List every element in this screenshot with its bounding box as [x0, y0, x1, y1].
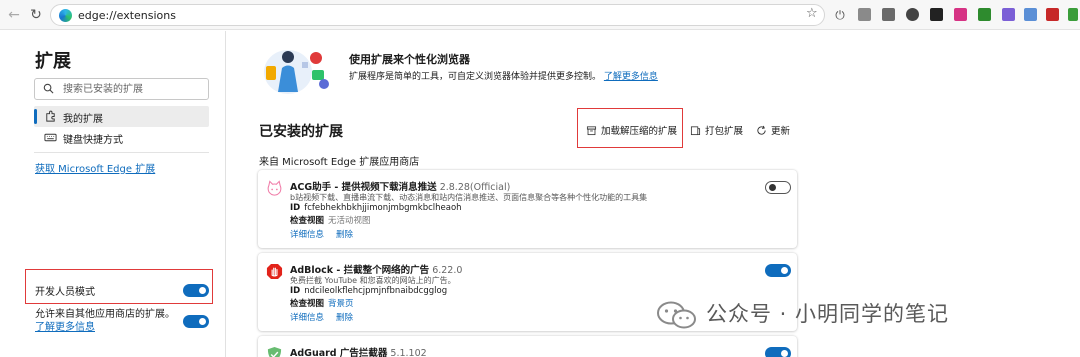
sidebar-item-label: 键盘快捷方式 — [63, 135, 123, 146]
search-input[interactable] — [63, 82, 203, 96]
allow-other-stores-toggle[interactable] — [183, 315, 209, 328]
inspect-views: 检查视图 无活动视图 — [290, 214, 371, 226]
extension-links: 详细信息 删除 — [290, 228, 365, 240]
address-bar[interactable]: edge://extensions — [50, 4, 825, 26]
green-extension-icon[interactable] — [978, 8, 991, 21]
search-box[interactable] — [34, 78, 209, 100]
extension-links: 详细信息 删除 — [290, 311, 365, 323]
inspect-label: 检查视图 — [290, 216, 325, 226]
load-unpacked-button[interactable]: 加载解压缩的扩展 — [586, 123, 677, 137]
promo-title: 使用扩展来个性化浏览器 — [349, 53, 470, 66]
extension-name: ACG助手 - 提供视频下载消息推送 2.8.28(Official) — [290, 179, 510, 193]
pack-extension-label: 打包扩展 — [705, 126, 744, 137]
pack-icon — [690, 126, 701, 136]
acg-cat-icon — [267, 180, 282, 196]
get-extensions-link[interactable]: 获取 Microsoft Edge 扩展 — [35, 160, 155, 175]
extension-id: ID fcfebhekhbkhjjimonjmbgmkbclheaoh — [290, 203, 462, 213]
search-icon — [43, 83, 54, 94]
id-label: ID — [290, 286, 301, 296]
extension-puzzle-icon — [46, 110, 55, 122]
mail-extension-icon[interactable] — [858, 8, 871, 21]
dark-extension-icon[interactable] — [930, 8, 943, 21]
acg-enable-toggle[interactable] — [765, 181, 791, 194]
promo-desc-text: 扩展程序是简单的工具，可自定义浏览器体验并提供更多控制。 — [349, 72, 602, 82]
extension-card-adguard: AdGuard 广告拦截器 5.1.102 — [258, 336, 797, 357]
load-unpacked-label: 加载解压缩的扩展 — [601, 126, 678, 137]
dev-mode-toggle[interactable] — [183, 284, 209, 297]
remove-link[interactable]: 删除 — [336, 313, 353, 323]
purple-extension-icon[interactable] — [1002, 8, 1015, 21]
extension-card-acg: ACG助手 - 提供视频下载消息推送 2.8.28(Official) b站视频下… — [258, 170, 797, 248]
update-button[interactable]: 更新 — [756, 123, 790, 137]
allow-other-stores-text: 允许来自其他应用商店的扩展。 了解更多信息 — [35, 308, 180, 334]
browser-toolbar: ← ↻ edge://extensions ☆ ⏻ — [0, 0, 1080, 30]
adguard-shield-icon — [267, 346, 282, 357]
edge-logo-icon — [59, 9, 72, 22]
shield-extension-icon[interactable] — [906, 8, 919, 21]
id-label: ID — [290, 203, 301, 213]
wechat-watermark-icon — [657, 301, 696, 329]
details-link[interactable]: 详细信息 — [290, 230, 324, 240]
red-extension-icon[interactable] — [1046, 8, 1059, 21]
adblock-enable-toggle[interactable] — [765, 264, 791, 277]
back-icon[interactable]: ← — [6, 7, 22, 23]
sidebar-title: 扩展 — [35, 51, 71, 72]
sidebar-item-label: 我的扩展 — [63, 114, 103, 125]
details-link[interactable]: 详细信息 — [290, 313, 324, 323]
sidebar-item-keyboard-shortcuts[interactable]: 键盘快捷方式 — [34, 127, 209, 148]
inspect-views: 检查视图 背景页 — [290, 297, 354, 309]
extension-description: 免费拦截 YouTube 和您喜欢的网站上的广告。 — [290, 276, 456, 285]
refresh-icon — [757, 125, 766, 135]
remove-link[interactable]: 删除 — [336, 230, 353, 240]
pack-extension-button[interactable]: 打包扩展 — [690, 123, 743, 137]
power-icon[interactable]: ⏻ — [832, 7, 848, 23]
update-label: 更新 — [771, 126, 791, 137]
adblock-hand-icon — [266, 263, 283, 280]
extension-title: AdGuard 广告拦截器 — [290, 348, 388, 357]
extension-name: AdBlock - 拦截整个网络的广告 6.22.0 — [290, 262, 462, 276]
inspect-value: 无活动视图 — [328, 216, 371, 226]
favorite-star-icon[interactable]: ☆ — [806, 7, 818, 21]
archive-icon — [586, 126, 597, 136]
promo-learn-more-link[interactable]: 了解更多信息 — [604, 72, 658, 82]
adguard-enable-toggle[interactable] — [765, 347, 791, 357]
allow-other-stores-label: 允许来自其他应用商店的扩展。 — [35, 309, 175, 320]
blue-extension-icon[interactable] — [1024, 8, 1037, 21]
sidebar-item-my-extensions[interactable]: 我的扩展 — [34, 106, 209, 127]
watermark-text: 公众号 · 小明同学的笔记 — [706, 302, 950, 326]
inspect-label: 检查视图 — [290, 299, 325, 309]
id-value: fcfebhekhbkhjjimonjmbgmkbclheaoh — [304, 203, 462, 213]
background-page-link[interactable]: 背景页 — [328, 299, 354, 309]
gmail-extension-icon[interactable] — [882, 8, 895, 21]
id-value: ndcileolkflehcjpmjnfbnaibdcgglog — [304, 286, 448, 296]
extension-name: AdGuard 广告拦截器 5.1.102 — [290, 345, 427, 357]
pink-extension-icon[interactable] — [954, 8, 967, 21]
promo-description: 扩展程序是简单的工具，可自定义浏览器体验并提供更多控制。 了解更多信息 — [349, 69, 658, 82]
keyboard-icon — [44, 133, 57, 142]
store-source-label: 来自 Microsoft Edge 扩展应用商店 — [259, 157, 420, 168]
refresh-icon[interactable]: ↻ — [28, 7, 44, 23]
learn-more-link[interactable]: 了解更多信息 — [35, 322, 95, 333]
green-cube-extension-icon[interactable] — [1068, 8, 1078, 21]
installed-extensions-title: 已安装的扩展 — [259, 124, 343, 140]
extensions-illustration-icon — [264, 50, 329, 94]
active-indicator — [34, 109, 37, 124]
extension-id: ID ndcileolkflehcjpmjnfbnaibdcgglog — [290, 286, 447, 296]
url-text: edge://extensions — [78, 9, 176, 22]
dev-mode-label: 开发人员模式 — [35, 287, 95, 298]
extension-version: 5.1.102 — [390, 348, 427, 357]
divider — [34, 152, 209, 153]
sidebar: 扩展 我的扩展 键盘快捷方式 获取 Microsoft Edge 扩展 开发人员… — [0, 31, 226, 357]
extension-description: b站视频下载、直播串流下载、动态消息和站内信消息推送、页面信息聚合等各种个性化功… — [290, 193, 648, 202]
